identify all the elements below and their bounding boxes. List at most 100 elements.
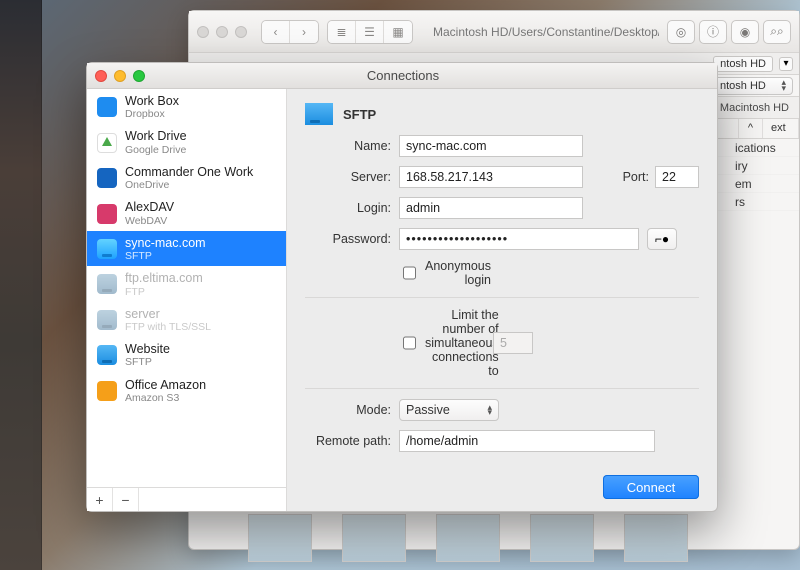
connection-name: server xyxy=(125,307,211,321)
mode-label: Mode: xyxy=(305,403,391,417)
connect-button[interactable]: Connect xyxy=(603,475,699,499)
dialog-title: Connections xyxy=(151,68,655,83)
thumb[interactable] xyxy=(248,514,312,562)
mode-value: Passive xyxy=(406,403,450,417)
bg-titlebar: ‹ › ≣ ☰ ▦ Macintosh HD/Users/Constantine… xyxy=(189,11,799,53)
bg-thumbnails xyxy=(248,514,688,562)
connection-protocol: Dropbox xyxy=(125,108,179,120)
connection-item-sftp[interactable]: WebsiteSFTP xyxy=(87,337,286,372)
mode-select[interactable]: Passive ▴▾ xyxy=(399,399,499,421)
grid-view-icon[interactable]: ▦ xyxy=(384,21,412,43)
back-icon[interactable]: ‹ xyxy=(262,21,290,43)
ftp-icon xyxy=(97,310,117,330)
nav-back-forward[interactable]: ‹ › xyxy=(261,20,319,44)
onedrive-icon xyxy=(97,168,117,188)
thumb[interactable] xyxy=(530,514,594,562)
connection-item-google-drive[interactable]: Work DriveGoogle Drive xyxy=(87,124,286,159)
connections-dialog: Connections Work BoxDropboxWork DriveGoo… xyxy=(86,62,718,512)
connection-item-onedrive[interactable]: Commander One WorkOneDrive xyxy=(87,160,286,195)
login-label: Login: xyxy=(305,201,391,215)
connections-sidebar: Work BoxDropboxWork DriveGoogle DriveCom… xyxy=(87,89,287,511)
column-view-icon[interactable]: ☰ xyxy=(356,21,384,43)
thumb[interactable] xyxy=(624,514,688,562)
minimize-icon[interactable] xyxy=(114,70,126,82)
connection-protocol: SFTP xyxy=(125,356,170,368)
connection-name: Website xyxy=(125,342,170,356)
add-button[interactable]: + xyxy=(87,488,113,511)
toggle-icon[interactable]: ◎ xyxy=(667,20,695,44)
connection-protocol: SFTP xyxy=(125,250,206,262)
port-input[interactable] xyxy=(655,166,699,188)
dialog-titlebar: Connections xyxy=(87,63,717,89)
connection-item-dropbox[interactable]: Work BoxDropbox xyxy=(87,89,286,124)
connection-item-ftp-with-tls-ssl[interactable]: serverFTP with TLS/SSL xyxy=(87,302,286,337)
limit-value-input xyxy=(493,332,533,354)
dialog-traffic-lights[interactable] xyxy=(95,70,151,82)
bg-group-label: Macintosh HD xyxy=(720,102,789,114)
bg-traffic-lights[interactable] xyxy=(197,26,253,38)
limit-label: Limit the number of simultaneous connect… xyxy=(425,308,499,378)
name-input[interactable] xyxy=(399,135,583,157)
sort-caret-icon[interactable]: ^ xyxy=(739,119,763,138)
remote-path-input[interactable] xyxy=(399,430,655,452)
connection-name: Office Amazon xyxy=(125,378,206,392)
tab-add-icon[interactable]: ▾ xyxy=(779,57,793,71)
connection-name: Work Box xyxy=(125,94,179,108)
name-label: Name: xyxy=(305,139,391,153)
sftp-icon xyxy=(97,345,117,365)
server-input[interactable] xyxy=(399,166,583,188)
thumb[interactable] xyxy=(436,514,500,562)
preview-icon[interactable]: ◉ xyxy=(731,20,759,44)
sidebar-footer: + − xyxy=(87,487,286,511)
gdrive-icon xyxy=(97,133,117,153)
info-icon[interactable]: ⓘ xyxy=(699,20,727,44)
bg-tab[interactable]: ntosh HD xyxy=(713,56,773,72)
close-icon[interactable] xyxy=(95,70,107,82)
forward-icon[interactable]: › xyxy=(290,21,318,43)
remove-button[interactable]: − xyxy=(113,488,139,511)
minimize-icon[interactable] xyxy=(216,26,228,38)
connection-name: sync-mac.com xyxy=(125,236,206,250)
password-input[interactable] xyxy=(399,228,639,250)
divider xyxy=(305,297,699,298)
desktop-wallpaper-edge xyxy=(0,0,42,570)
connection-name: Work Drive xyxy=(125,129,187,143)
connection-item-amazon-s3[interactable]: Office AmazonAmazon S3 xyxy=(87,373,286,408)
key-icon[interactable]: ⌐● xyxy=(647,228,677,250)
connection-protocol: WebDAV xyxy=(125,215,174,227)
connection-name: Commander One Work xyxy=(125,165,253,179)
anonymous-checkbox[interactable]: Anonymous login xyxy=(399,259,485,287)
ftp-icon xyxy=(97,274,117,294)
connection-protocol: Amazon S3 xyxy=(125,392,206,404)
anonymous-checkbox-input[interactable] xyxy=(403,266,416,280)
col-ext[interactable]: ext xyxy=(763,119,799,138)
connection-protocol: FTP xyxy=(125,286,203,298)
port-label: Port: xyxy=(623,170,649,184)
webdav-icon xyxy=(97,204,117,224)
view-mode-segment[interactable]: ≣ ☰ ▦ xyxy=(327,20,413,44)
limit-checkbox-input[interactable] xyxy=(403,336,416,350)
connection-list: Work BoxDropboxWork DriveGoogle DriveCom… xyxy=(87,89,286,487)
thumb[interactable] xyxy=(342,514,406,562)
path-text: Macintosh HD/Users/Constantine/Desktop/w… xyxy=(433,25,659,39)
remote-label: Remote path: xyxy=(305,434,391,448)
close-icon[interactable] xyxy=(197,26,209,38)
connection-form: SFTP Name: Server: Port: Login: Password… xyxy=(287,89,717,511)
connection-protocol: FTP with TLS/SSL xyxy=(125,321,211,333)
list-view-icon[interactable]: ≣ xyxy=(328,21,356,43)
connection-item-ftp[interactable]: ftp.eltima.comFTP xyxy=(87,266,286,301)
connection-name: AlexDAV xyxy=(125,200,174,214)
login-input[interactable] xyxy=(399,197,583,219)
sftp-icon xyxy=(97,239,117,259)
zoom-icon[interactable] xyxy=(235,26,247,38)
zoom-icon[interactable] xyxy=(133,70,145,82)
binoculars-icon[interactable]: ⌕⌕ xyxy=(763,20,791,44)
connection-item-webdav[interactable]: AlexDAVWebDAV xyxy=(87,195,286,230)
connection-item-sftp[interactable]: sync-mac.comSFTP xyxy=(87,231,286,266)
limit-checkbox[interactable]: Limit the number of simultaneous connect… xyxy=(399,308,485,378)
path-bar: Macintosh HD/Users/Constantine/Desktop/w… xyxy=(421,25,659,39)
dropbox-icon xyxy=(97,97,117,117)
chevron-updown-icon: ▴▾ xyxy=(487,405,492,416)
server-label: Server: xyxy=(305,170,391,184)
bg-location-select[interactable]: ntosh HD ▴▾ xyxy=(713,77,793,95)
